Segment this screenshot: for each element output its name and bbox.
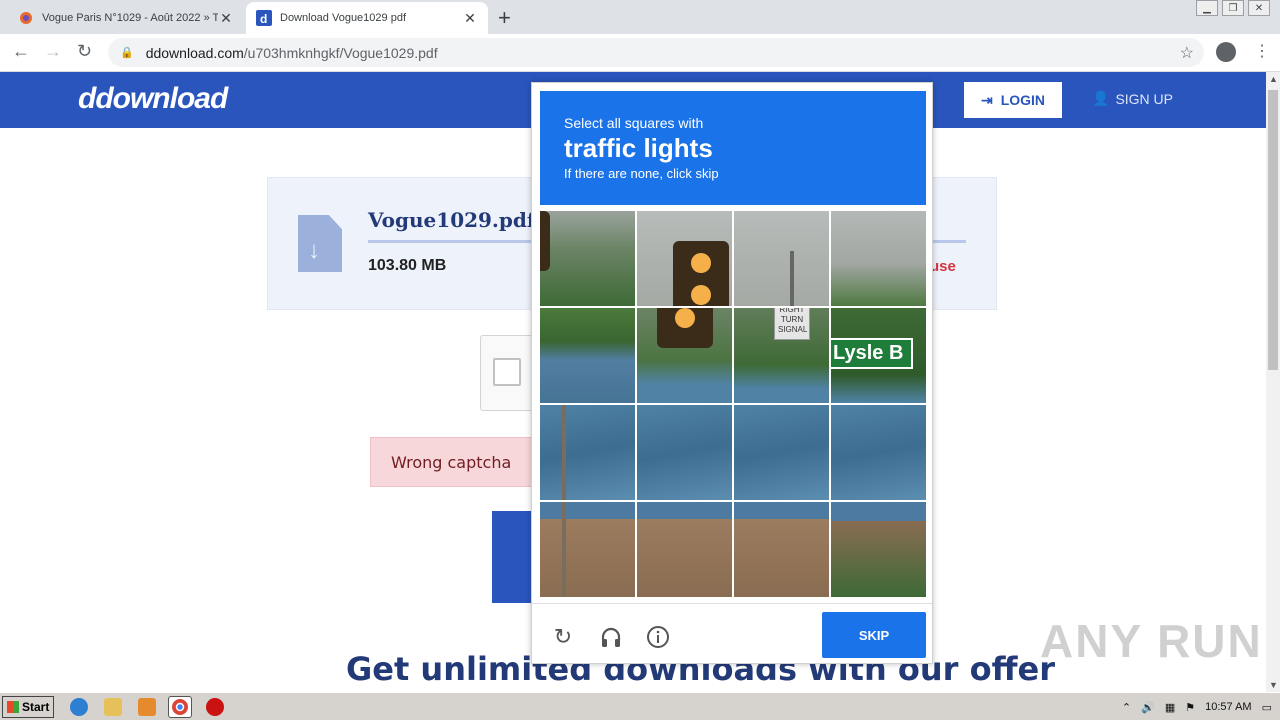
browser-toolbar: ← → ↻ 🔒 ddownload.com/u703hmknhgkf/Vogue… <box>0 34 1280 72</box>
action-center-flag-icon[interactable]: ⚑ <box>1185 701 1195 714</box>
system-tray: ⌃ 🔊 ▦ ⚑ 10:57 AM ▭ <box>1114 695 1280 719</box>
login-icon: ⇥ <box>980 91 993 108</box>
signup-label: SIGN UP <box>1115 90 1174 107</box>
menu-kebab-icon[interactable]: ⋮ <box>1254 41 1270 61</box>
volume-icon[interactable]: 🔊 <box>1141 701 1155 714</box>
traffic-light-partial <box>540 211 550 271</box>
file-name: Vogue1029.pdf <box>368 208 536 232</box>
challenge-prompt: Select all squares with <box>564 115 704 131</box>
file-download-icon: ↓ <box>298 215 342 272</box>
reload-icon[interactable]: ↻ <box>77 41 92 62</box>
lock-icon: 🔒 <box>120 47 134 59</box>
site-logo[interactable]: ddownload <box>78 82 228 116</box>
grid-tile[interactable] <box>734 502 829 597</box>
tab-title: Vogue Paris N°1029 - Août 2022 » To <box>42 12 218 24</box>
taskbar-clock: 10:57 AM <box>1205 701 1252 713</box>
security-alert-icon[interactable] <box>206 698 224 716</box>
captcha-checkbox[interactable] <box>493 358 521 386</box>
chrome-taskbar-button[interactable] <box>168 696 192 718</box>
login-button[interactable]: ⇥ LOGIN <box>964 82 1062 118</box>
challenge-hint: If there are none, click skip <box>564 166 719 181</box>
grid-tile[interactable] <box>540 308 635 403</box>
close-tab-icon[interactable]: ✕ <box>462 10 478 27</box>
tab-download-vogue[interactable]: d Download Vogue1029 pdf ✕ <box>246 2 488 34</box>
url-path: /u703hmknhgkf/Vogue1029.pdf <box>243 44 438 61</box>
internet-explorer-icon[interactable] <box>70 698 88 716</box>
account-avatar-icon[interactable] <box>1216 42 1236 62</box>
grid-tile[interactable] <box>831 502 926 597</box>
grid-tile[interactable] <box>637 308 732 403</box>
refresh-icon[interactable]: ↻ <box>550 624 576 650</box>
svg-text:d: d <box>260 12 267 26</box>
street-sign: Lysle B <box>831 338 914 369</box>
skip-button[interactable]: SKIP <box>822 612 926 658</box>
show-desktop-icon[interactable]: ▭ <box>1262 701 1272 714</box>
network-icon[interactable]: ▦ <box>1165 701 1175 714</box>
file-size: 103.80 MB <box>368 257 447 274</box>
report-abuse-link[interactable]: use <box>930 258 956 275</box>
address-bar[interactable]: 🔒 ddownload.com/u703hmknhgkf/Vogue1029.p… <box>108 38 1204 67</box>
tab-bar: Vogue Paris N°1029 - Août 2022 » To ✕ d … <box>0 0 1280 34</box>
grid-tile[interactable] <box>734 405 829 500</box>
scroll-thumb[interactable] <box>1268 90 1278 370</box>
traffic-light <box>657 308 713 348</box>
grid-tile[interactable] <box>637 405 732 500</box>
grid-tile[interactable] <box>637 502 732 597</box>
right-turn-signal-sign: RIGHT TURN SIGNAL <box>774 308 810 340</box>
grid-tile[interactable] <box>540 502 635 597</box>
challenge-image-grid: RIGHT TURN SIGNAL Lysle B <box>540 211 926 597</box>
taskbar: Start ⌃ 🔊 ▦ ⚑ 10:57 AM ▭ <box>0 692 1280 720</box>
grid-tile[interactable] <box>540 211 635 306</box>
window-controls: ▁ ❐ ✕ <box>1196 0 1270 16</box>
anyrun-watermark: ANY RUN <box>1040 615 1263 667</box>
login-label: LOGIN <box>1000 92 1046 108</box>
grid-tile[interactable]: RIGHT TURN SIGNAL <box>734 308 829 403</box>
challenge-footer: ↻ SKIP <box>532 603 932 663</box>
start-button[interactable]: Start <box>2 696 54 718</box>
headphones-icon[interactable] <box>598 624 624 650</box>
url-host: ddownload.com <box>145 44 244 61</box>
grid-tile[interactable] <box>831 211 926 306</box>
tab-title: Download Vogue1029 pdf <box>280 12 406 24</box>
media-player-icon[interactable] <box>138 698 156 716</box>
close-tab-icon[interactable]: ✕ <box>218 10 234 27</box>
firefox-favicon-icon <box>18 10 34 26</box>
new-tab-button[interactable]: + <box>498 5 511 31</box>
page-scrollbar[interactable]: ▲ ▼ <box>1266 72 1280 692</box>
windows-flag-icon <box>7 701 19 713</box>
grid-tile[interactable] <box>734 211 829 306</box>
close-window-icon[interactable]: ✕ <box>1248 0 1270 16</box>
download-button[interactable] <box>492 511 536 603</box>
add-user-icon: 👤 <box>1092 90 1110 106</box>
ddownload-favicon-icon: d <box>256 10 272 26</box>
tray-expand-icon[interactable]: ⌃ <box>1122 701 1131 714</box>
bookmark-star-icon[interactable]: ☆ <box>1180 43 1194 63</box>
challenge-header: Select all squares with traffic lights I… <box>540 91 926 205</box>
signup-button[interactable]: 👤 SIGN UP <box>1092 90 1173 107</box>
scroll-up-icon[interactable]: ▲ <box>1269 74 1278 84</box>
captcha-error-alert: Wrong captcha <box>370 437 540 487</box>
back-arrow-icon[interactable]: ← <box>12 41 30 62</box>
grid-tile[interactable]: Lysle B <box>831 308 926 403</box>
minimize-icon[interactable]: ▁ <box>1196 0 1218 16</box>
tab-vogue-paris[interactable]: Vogue Paris N°1029 - Août 2022 » To ✕ <box>8 2 244 34</box>
captcha-challenge-dialog: Select all squares with traffic lights I… <box>531 82 933 664</box>
challenge-target: traffic lights <box>564 133 713 163</box>
info-icon[interactable] <box>645 624 671 650</box>
start-label: Start <box>22 700 50 714</box>
grid-tile[interactable] <box>831 405 926 500</box>
traffic-light <box>673 241 729 306</box>
grid-tile[interactable] <box>637 211 732 306</box>
grid-tile[interactable] <box>540 405 635 500</box>
scroll-down-icon[interactable]: ▼ <box>1269 680 1278 690</box>
restore-icon[interactable]: ❐ <box>1222 0 1244 16</box>
forward-arrow-icon[interactable]: → <box>44 41 62 62</box>
file-explorer-icon[interactable] <box>104 698 122 716</box>
